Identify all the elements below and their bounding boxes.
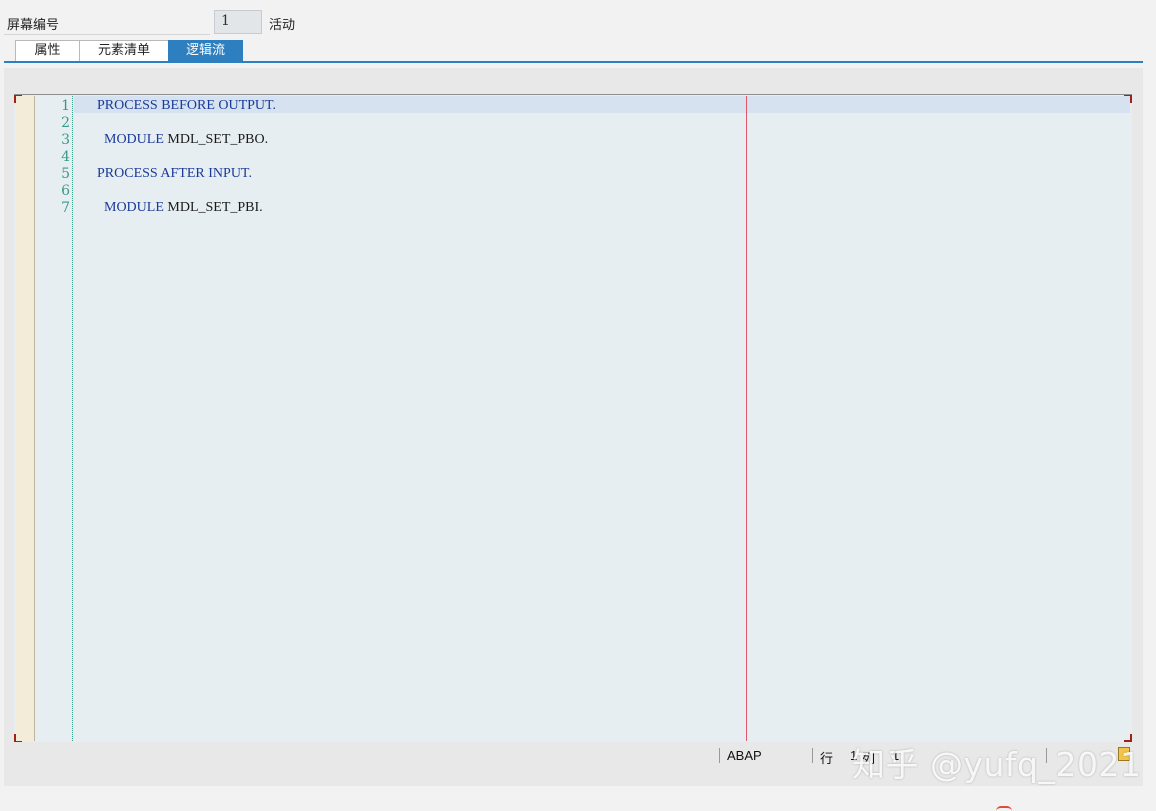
tab-attributes[interactable]: 属性: [15, 40, 80, 61]
line-number: 4: [61, 149, 70, 165]
code-keyword: MODULE: [97, 200, 164, 215]
right-margin-line: [746, 96, 747, 741]
line-number: 1: [61, 98, 70, 114]
code-line[interactable]: MODULE MDL_SET_PBO.: [97, 131, 268, 148]
line-number: 5: [61, 166, 70, 182]
code-keyword: PROCESS AFTER INPUT.: [97, 166, 252, 181]
code-editor[interactable]: 1 2 3 4 5 6 7 PROCESS BEFORE OUTPUT. MOD…: [14, 94, 1132, 742]
line-number: 2: [61, 115, 70, 131]
screen-number-field[interactable]: 1: [214, 10, 262, 34]
red-annotation-mark: [996, 806, 1012, 811]
code-text: MDL_SET_PBI.: [163, 200, 263, 215]
code-line[interactable]: PROCESS BEFORE OUTPUT.: [97, 97, 276, 114]
statusbar-separator: [719, 748, 720, 763]
tab-strip: 属性 元素清单 逻辑流: [15, 40, 243, 62]
language-indicator: ABAP: [727, 748, 762, 763]
line-number: 6: [61, 183, 70, 199]
tab-flow-logic[interactable]: 逻辑流: [168, 40, 243, 61]
line-number: 3: [61, 132, 70, 148]
watermark: 知乎 @yufq_2021: [852, 745, 1142, 784]
screen-number-label: 屏幕编号: [7, 18, 60, 33]
breakpoint-gutter[interactable]: [16, 96, 35, 741]
code-keyword: PROCESS BEFORE OUTPUT.: [97, 98, 277, 113]
line-number: 7: [61, 200, 70, 216]
line-label: 行: [820, 751, 834, 766]
screen-header: 屏幕编号 1 活动: [0, 0, 1156, 40]
code-text: MDL_SET_PBO.: [163, 132, 269, 147]
tab-element-list[interactable]: 元素清单: [79, 40, 169, 61]
statusbar-separator: [812, 748, 813, 763]
code-line[interactable]: MODULE MDL_SET_PBI.: [97, 199, 263, 216]
tab-underline: [4, 61, 1143, 63]
code-line[interactable]: PROCESS AFTER INPUT.: [97, 165, 252, 182]
line-number-gutter: 1 2 3 4 5 6 7: [35, 96, 73, 741]
status-text: 活动: [269, 18, 296, 33]
code-keyword: MODULE: [97, 132, 164, 147]
divider: [4, 34, 210, 35]
